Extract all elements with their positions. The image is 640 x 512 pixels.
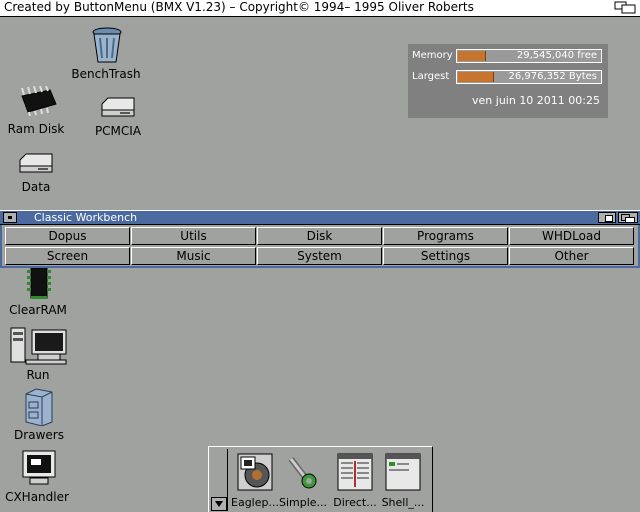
desktop-icon-ramdisk[interactable]: Ram Disk xyxy=(8,86,64,138)
chevron-down-icon xyxy=(215,501,223,507)
classic-workbench-window: Classic Workbench Dopus Utils Disk Progr… xyxy=(0,210,640,268)
desktop-icon-label: Drawers xyxy=(14,428,64,442)
largest-bar: 26,976,352 Bytes xyxy=(456,70,602,84)
desktop-icon-label: PCMCIA xyxy=(94,124,142,138)
largest-bar-fill xyxy=(458,72,494,82)
desktop-icon-drawers[interactable]: Drawers xyxy=(14,388,64,444)
memory-chip-icon xyxy=(26,268,52,300)
menu-button-settings[interactable]: Settings xyxy=(383,247,508,265)
ram-chip-icon xyxy=(16,86,58,116)
desktop-icon-label: ClearRAM xyxy=(9,303,67,317)
menu-button-utils[interactable]: Utils xyxy=(131,227,256,245)
key-icon xyxy=(285,455,321,489)
zoom-gadget-icon[interactable] xyxy=(598,212,616,223)
desktop-icon-clearram[interactable]: ClearRAM xyxy=(9,268,67,318)
desktop-icon-run[interactable]: Run xyxy=(8,326,68,382)
memory-bar-fill xyxy=(458,51,487,61)
menu-button-other[interactable]: Other xyxy=(509,247,634,265)
memory-label: Memory xyxy=(412,50,453,61)
close-gadget-icon[interactable] xyxy=(3,212,17,223)
screen-depth-gadget-icon[interactable] xyxy=(614,1,638,14)
trash-icon xyxy=(90,26,124,64)
dock-item-directory[interactable]: Direct... xyxy=(331,451,379,511)
largest-value: 26,976,352 Bytes xyxy=(508,71,598,82)
directory-window-icon xyxy=(337,453,373,491)
dock-item-label: Simple... xyxy=(279,496,327,509)
desktop-icon-benchtrash[interactable]: BenchTrash xyxy=(71,26,141,82)
dock-menu-button[interactable] xyxy=(211,497,227,511)
desktop-icon-label: CXHandler xyxy=(5,490,69,504)
button-panel: Dopus Utils Disk Programs WHDLoad Screen… xyxy=(0,225,640,268)
desktop-icon-label: Data xyxy=(21,180,51,194)
dock-item-label: Direct... xyxy=(333,496,377,509)
desktop-icon-label: Run xyxy=(26,368,50,382)
menu-button-disk[interactable]: Disk xyxy=(257,227,382,245)
dock-item-label: Eaglep... xyxy=(231,496,279,509)
dock-item-simple[interactable]: Simple... xyxy=(279,451,327,511)
eagleplayer-icon xyxy=(237,453,273,491)
desktop-icon-data[interactable]: Data xyxy=(12,152,60,196)
menu-button-screen[interactable]: Screen xyxy=(5,247,130,265)
window-title-bar[interactable]: Classic Workbench xyxy=(0,210,640,225)
monitor-icon xyxy=(22,450,56,486)
menu-button-music[interactable]: Music xyxy=(131,247,256,265)
depth-gadget-icon[interactable] xyxy=(618,212,638,223)
memory-monitor: Memory 29,545,040 free Largest 26,976,35… xyxy=(408,44,608,118)
screen-title: Created by ButtonMenu (BMX V1.23) – Copy… xyxy=(4,0,474,14)
dock-item-shell[interactable]: Shell_... xyxy=(379,451,427,511)
shell-window-icon xyxy=(385,453,421,491)
drive-icon xyxy=(100,96,136,118)
largest-label: Largest xyxy=(412,71,450,82)
filing-cabinet-icon xyxy=(22,388,54,426)
drive-icon xyxy=(18,152,54,174)
desktop-icon-cxhandler[interactable]: CXHandler xyxy=(5,450,69,506)
menu-button-whdload[interactable]: WHDLoad xyxy=(509,227,634,245)
dock-drag-bar[interactable] xyxy=(211,449,228,511)
desktop-icon-label: Ram Disk xyxy=(7,122,65,136)
desktop-icon-pcmcia[interactable]: PCMCIA xyxy=(94,96,142,142)
menu-button-dopus[interactable]: Dopus xyxy=(5,227,130,245)
menu-button-system[interactable]: System xyxy=(257,247,382,265)
app-dock: Eaglep... Simple... Direct... Shell_... xyxy=(208,446,433,512)
date-time: ven juin 10 2011 00:25 xyxy=(472,94,600,107)
dock-item-eagleplayer[interactable]: Eaglep... xyxy=(231,451,279,511)
memory-bar: 29,545,040 free xyxy=(456,49,602,63)
memory-value: 29,545,040 free xyxy=(516,50,597,61)
desktop-icon-label: BenchTrash xyxy=(71,67,141,81)
computer-icon xyxy=(10,326,68,366)
window-title: Classic Workbench xyxy=(34,211,138,224)
screen-title-bar: Created by ButtonMenu (BMX V1.23) – Copy… xyxy=(0,0,640,17)
dock-item-label: Shell_... xyxy=(381,496,425,509)
menu-button-programs[interactable]: Programs xyxy=(383,227,508,245)
